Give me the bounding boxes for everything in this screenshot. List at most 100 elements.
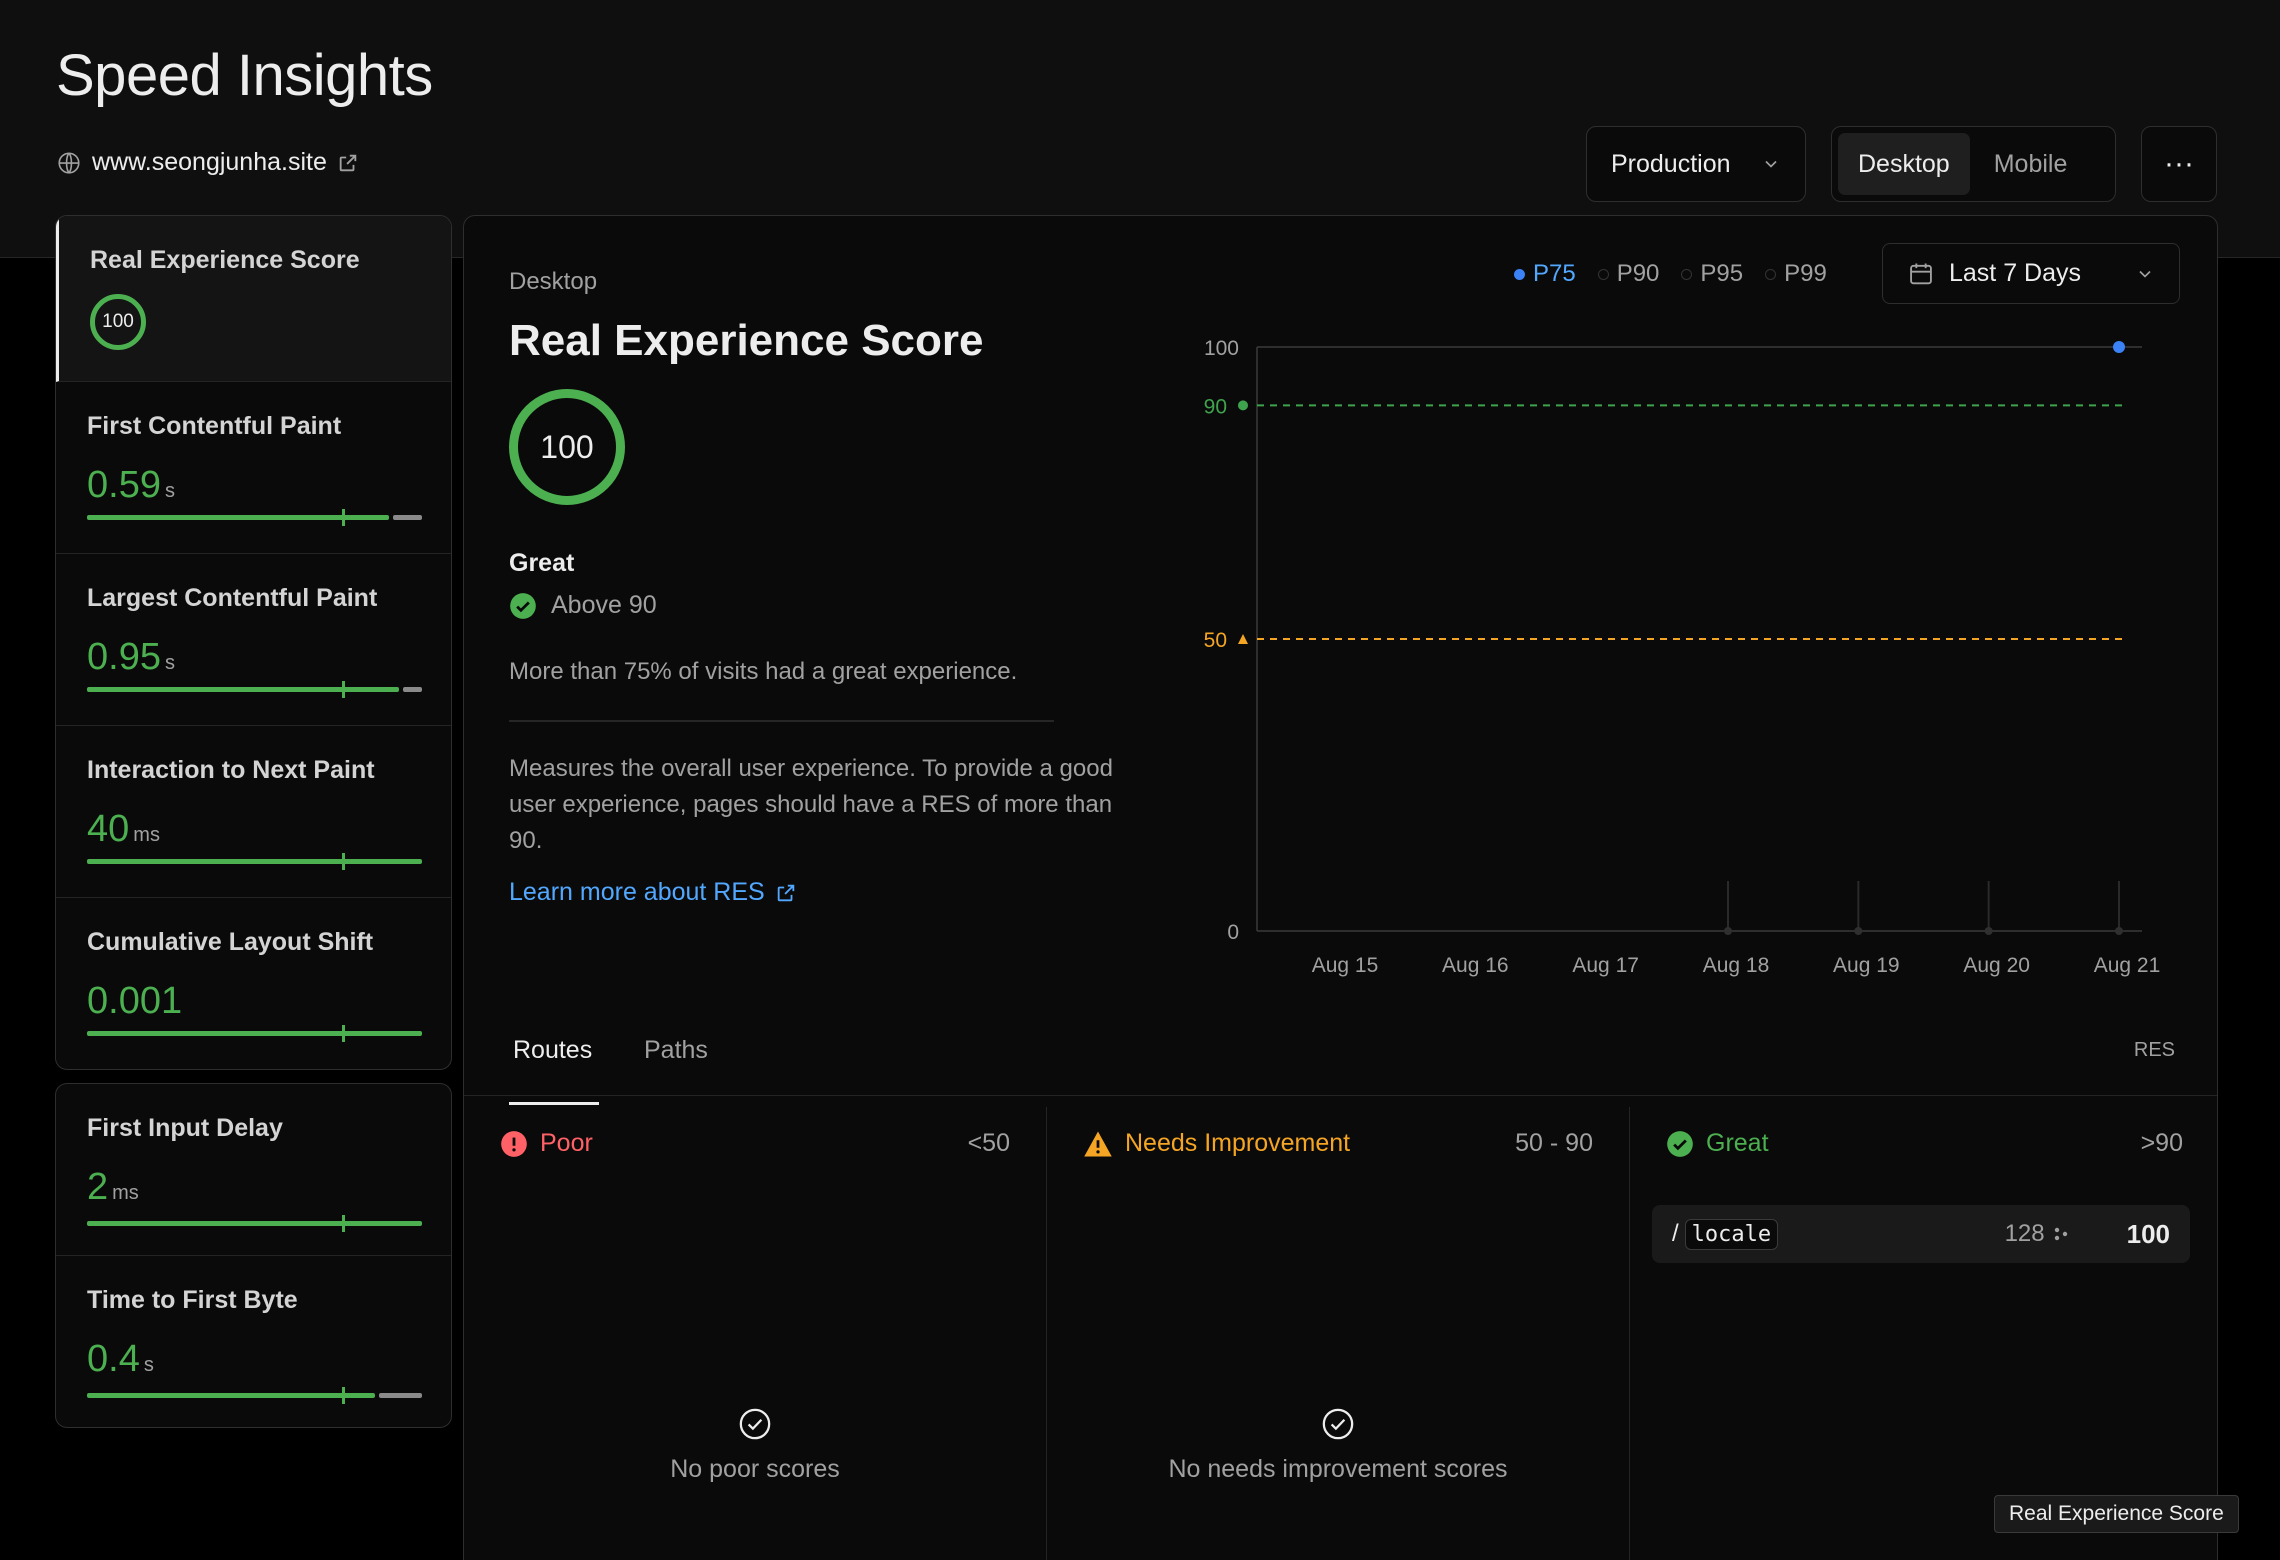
metric-value: 0.4 s [87, 1338, 154, 1380]
bucket-label: Great [1706, 1129, 1769, 1157]
metric-res[interactable]: Real Experience Score 100 [56, 216, 451, 382]
x-tick-label: Aug 19 [1833, 954, 1900, 977]
check-circle-icon [1667, 1130, 1693, 1157]
metric-bar [87, 681, 422, 698]
y-tick-label: 100 [1204, 337, 1239, 360]
chart-marker-dot [1724, 927, 1732, 935]
metric-fid[interactable]: First Input Delay 2 ms [56, 1084, 451, 1256]
bar-good-segment [87, 859, 422, 864]
route-score: 100 [2126, 1218, 2170, 1249]
metrics-card-core: Real Experience Score 100 First Contentf… [55, 215, 452, 1070]
bar-good-segment [87, 1221, 422, 1226]
metric-bar [87, 1215, 422, 1232]
bucket-great: Great >90 / locale 128 100 [1630, 1107, 2217, 1560]
chart-marker-dot [1984, 927, 1993, 935]
bar-rest-segment [403, 687, 422, 692]
bucket-header: Great >90 [1666, 1129, 2183, 1158]
check-circle-outline-icon [1322, 1408, 1354, 1440]
metric-value: 0.95 s [87, 636, 175, 678]
bucket-header: Needs Improvement 50 - 90 [1083, 1129, 1593, 1158]
threshold-marker [1238, 634, 1248, 644]
metric-cls[interactable]: Cumulative Layout Shift 0.001 [56, 898, 451, 1069]
metric-name: Interaction to Next Paint [87, 756, 375, 784]
active-tab-indicator [509, 1102, 599, 1105]
series-point [2113, 341, 2125, 353]
x-tick-label: Aug 21 [2094, 954, 2161, 977]
environment-label: Production [1611, 149, 1731, 178]
metric-value: 2 ms [87, 1166, 139, 1208]
more-options-button[interactable]: ··· [2141, 126, 2217, 202]
threshold-label: 90 [1204, 395, 1227, 418]
bar-p75-marker [342, 1387, 345, 1404]
device-toggle: Desktop Mobile [1831, 126, 2116, 202]
bar-p75-marker [342, 1025, 345, 1042]
metric-name: Real Experience Score [90, 246, 360, 274]
environment-dropdown[interactable]: Production [1586, 126, 1806, 202]
warning-icon [1084, 1131, 1112, 1156]
site-link[interactable]: www.seongjunha.site [56, 148, 359, 177]
chart-marker-dot [2115, 927, 2123, 935]
alert-circle-icon [501, 1130, 527, 1157]
bucket-range: >90 [2140, 1129, 2183, 1157]
res-score-ring: 100 [90, 294, 146, 350]
threshold-label: 50 [1204, 629, 1227, 652]
metric-bar [87, 853, 422, 870]
res-line-chart: 0 100 90 50 Aug 15 Aug 16 Aug 17 Aug 18 Aug 19 Au… [1204, 337, 2161, 977]
metrics-card-other: First Input Delay 2 ms Time to First Byte… [55, 1083, 452, 1428]
metric-name: First Contentful Paint [87, 412, 342, 440]
bar-p75-marker [342, 681, 345, 698]
metric-value: 0.001 [87, 980, 183, 1022]
bar-p75-marker [342, 509, 345, 526]
bucket-poor: Poor <50 No poor scores [464, 1107, 1047, 1560]
bucket-range: 50 - 90 [1515, 1129, 1593, 1157]
chevron-down-icon [1765, 160, 1777, 168]
bar-p75-marker [342, 1215, 345, 1232]
check-circle-outline-icon [739, 1408, 771, 1440]
route-row[interactable]: / locale 128 100 [1652, 1205, 2190, 1263]
detail-panel: Desktop Real Experience Score 100 Great … [463, 215, 2218, 1560]
device-mobile-option[interactable]: Mobile [1974, 133, 2088, 195]
x-tick-label: Aug 16 [1442, 954, 1509, 977]
globe-icon [58, 151, 80, 174]
empty-state: No needs improvement scores [1047, 1407, 1629, 1484]
metric-name: Cumulative Layout Shift [87, 928, 374, 956]
metric-ttfb[interactable]: Time to First Byte 0.4 s [56, 1256, 451, 1427]
metric-inp[interactable]: Interaction to Next Paint 40 ms [56, 726, 451, 898]
metric-bar [87, 1025, 422, 1042]
bar-rest-segment [393, 515, 422, 520]
bar-good-segment [87, 1031, 422, 1036]
page-title: Speed Insights [56, 43, 433, 108]
metric-value: 40 ms [87, 808, 160, 850]
x-tick-label: Aug 18 [1703, 954, 1770, 977]
bucket-header: Poor <50 [500, 1129, 1010, 1158]
metric-value: 0.59 s [87, 464, 175, 506]
metric-name: First Input Delay [87, 1114, 283, 1142]
bar-good-segment [87, 1393, 375, 1398]
chart-marker-dot [1854, 927, 1863, 935]
empty-state: No poor scores [464, 1407, 1046, 1484]
metric-name: Largest Contentful Paint [87, 584, 378, 612]
more-icon: ··· [2164, 147, 2194, 180]
external-link-icon [339, 154, 357, 171]
y-tick-label: 0 [1227, 921, 1239, 944]
metric-name: Time to First Byte [87, 1286, 298, 1314]
x-tick-label: Aug 17 [1572, 954, 1639, 977]
tab-paths[interactable]: Paths [644, 1036, 708, 1065]
bucket-needs-improvement: Needs Improvement 50 - 90 No needs impro… [1047, 1107, 1630, 1560]
bucket-label: Needs Improvement [1125, 1129, 1351, 1157]
threshold-marker [1238, 400, 1248, 411]
x-tick-label: Aug 15 [1312, 954, 1379, 977]
bucket-label: Poor [540, 1129, 593, 1157]
res-column-label: RES [2133, 1039, 2175, 1061]
metric-lcp[interactable]: Largest Contentful Paint 0.95 s [56, 554, 451, 726]
tooltip: Real Experience Score [1994, 1495, 2239, 1533]
device-desktop-option[interactable]: Desktop [1838, 133, 1970, 195]
tab-routes[interactable]: Routes [513, 1036, 592, 1065]
route-visits: 128 [2005, 1220, 2069, 1248]
metric-bar [87, 1387, 422, 1404]
bar-p75-marker [342, 853, 345, 870]
route-segment: locale [1684, 1218, 1779, 1250]
metric-fcp[interactable]: First Contentful Paint 0.59 s [56, 382, 451, 554]
route-slash: / [1672, 1220, 1679, 1247]
site-domain: www.seongjunha.site [92, 148, 327, 176]
